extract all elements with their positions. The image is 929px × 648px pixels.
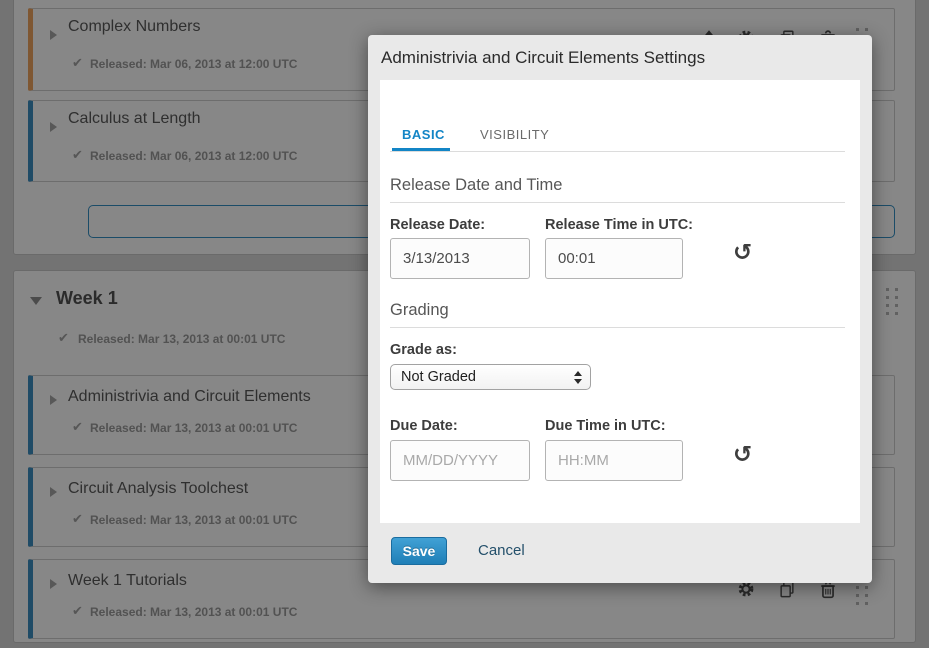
due-time-label: Due Time in UTC: — [545, 418, 666, 434]
cancel-link[interactable]: Cancel — [478, 542, 525, 559]
modal-body: BASIC VISIBILITY Release Date and Time R… — [380, 80, 860, 523]
release-date-label: Release Date: — [390, 217, 485, 233]
release-heading: Release Date and Time — [390, 176, 562, 195]
due-date-label: Due Date: — [390, 418, 458, 434]
release-time-input[interactable] — [545, 238, 683, 279]
tab-visibility[interactable]: VISIBILITY — [480, 127, 549, 142]
reset-release-icon[interactable]: ↺ — [733, 242, 752, 265]
grade-as-label: Grade as: — [390, 342, 457, 358]
tabs-divider — [390, 151, 845, 152]
reset-due-icon[interactable]: ↺ — [733, 444, 752, 467]
grading-divider — [390, 327, 845, 328]
due-time-input[interactable] — [545, 440, 683, 481]
course-outline-page: Complex Numbers ✔ Released: Mar 06, 2013… — [0, 0, 929, 648]
release-divider — [390, 202, 845, 203]
tab-basic[interactable]: BASIC — [402, 127, 445, 142]
grading-heading: Grading — [390, 301, 449, 320]
grade-as-select[interactable]: Not Graded — [390, 364, 591, 390]
select-arrows-icon — [574, 371, 582, 384]
modal-title: Administrivia and Circuit Elements Setti… — [381, 48, 705, 68]
grade-as-value: Not Graded — [391, 369, 574, 385]
release-date-input[interactable] — [390, 238, 530, 279]
due-date-input[interactable] — [390, 440, 530, 481]
subsection-settings-modal: Administrivia and Circuit Elements Setti… — [368, 35, 872, 583]
release-time-label: Release Time in UTC: — [545, 217, 693, 233]
save-button[interactable]: Save — [391, 537, 447, 565]
